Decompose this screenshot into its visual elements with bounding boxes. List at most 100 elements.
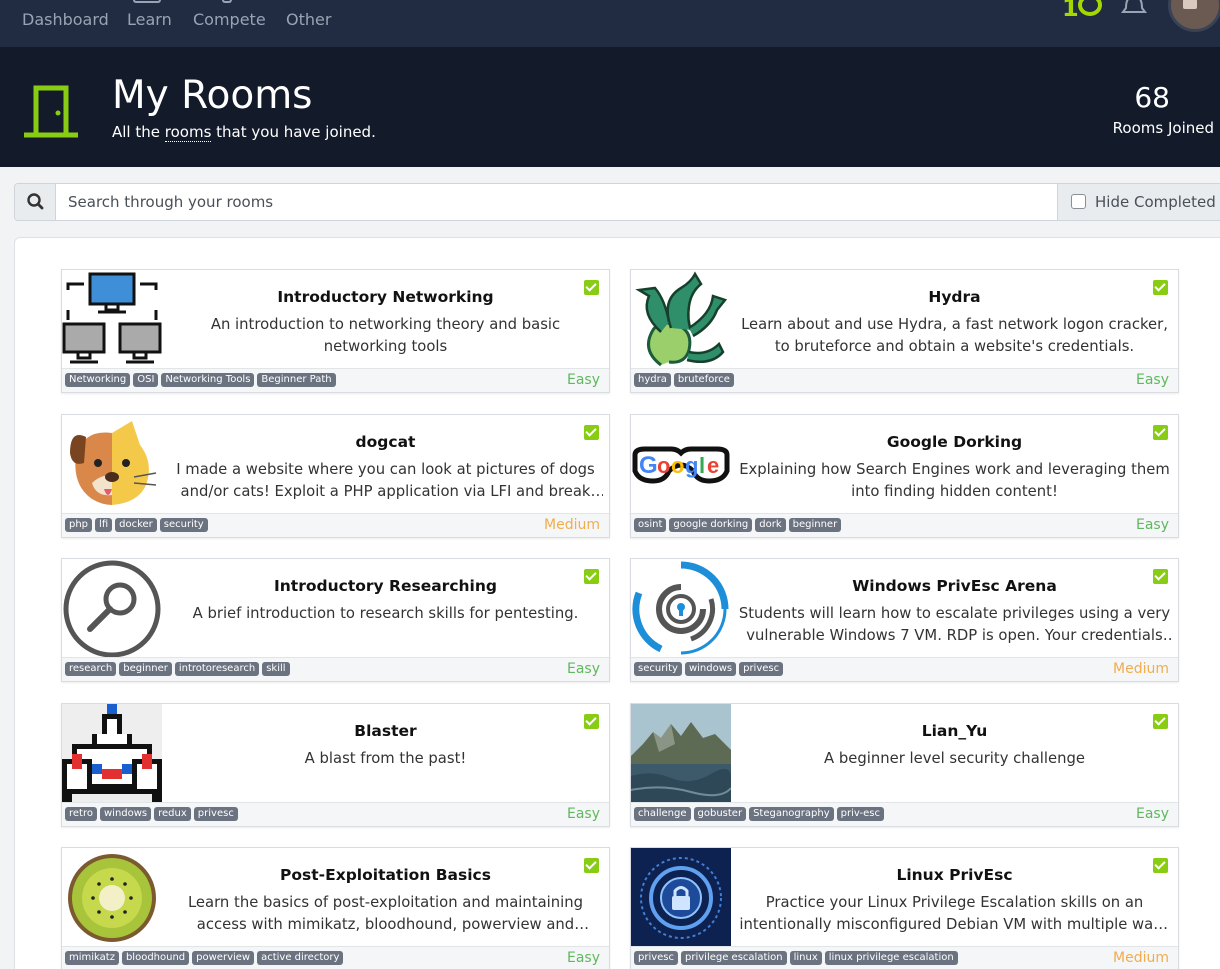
room-tag[interactable]: windows <box>684 662 737 676</box>
room-description: A blast from the past! <box>168 748 603 770</box>
island-photo-icon <box>631 704 731 804</box>
room-tag[interactable]: beginner <box>119 662 172 676</box>
room-tag[interactable]: gobuster <box>693 807 747 821</box>
room-tags: retro windows redux privesc <box>65 807 238 821</box>
room-title[interactable]: Windows PrivEsc Arena <box>731 577 1178 595</box>
nav-dashboard[interactable]: Dashboard <box>22 10 109 29</box>
svg-text:l: l <box>699 453 705 478</box>
room-description: A brief introduction to research skills … <box>168 603 603 625</box>
room-tag[interactable]: security <box>634 662 682 676</box>
room-tag[interactable]: dork <box>755 518 786 532</box>
room-tags: research beginner introtoresearch skill <box>65 662 290 676</box>
room-card[interactable]: Linux PrivEsc Practice your Linux Privile… <box>630 847 1179 969</box>
room-tags: security windows privesc <box>634 662 784 676</box>
computer-network-icon <box>62 270 162 370</box>
room-card[interactable]: G o o g l e Google Dorking Explaining how… <box>630 414 1179 538</box>
room-tag[interactable]: windows <box>99 807 152 821</box>
room-title[interactable]: Post-Exploitation Basics <box>162 866 609 884</box>
room-tag[interactable]: privesc <box>193 807 238 821</box>
room-tag[interactable]: Steganography <box>749 807 834 821</box>
page-subtitle: All the rooms that you have joined. <box>112 123 376 142</box>
svg-text:o: o <box>657 453 670 478</box>
room-description: I made a website where you can look at p… <box>168 459 603 503</box>
room-title[interactable]: Introductory Researching <box>162 577 609 595</box>
search-input[interactable] <box>56 184 1057 220</box>
streak-icon[interactable] <box>1078 0 1102 16</box>
room-tag[interactable]: retro <box>65 807 97 821</box>
completed-check-icon <box>1153 714 1168 729</box>
subtitle-text: All the <box>112 123 160 141</box>
room-tag[interactable]: php <box>65 518 93 532</box>
room-tag[interactable]: Networking Tools <box>161 373 255 387</box>
room-tag[interactable]: powerview <box>192 951 255 965</box>
room-description: An introduction to networking theory and… <box>168 314 603 358</box>
hide-completed-toggle[interactable]: Hide Completed <box>1057 184 1220 220</box>
search-bar: Hide Completed <box>14 183 1220 221</box>
room-tag[interactable]: security <box>159 518 208 532</box>
room-tag[interactable]: linux privilege escalation <box>824 951 958 965</box>
streak-count[interactable]: 1 <box>1062 0 1079 22</box>
user-avatar[interactable] <box>1168 0 1220 32</box>
room-card[interactable]: Blaster A blast from the past! retro window… <box>61 703 610 827</box>
room-tag[interactable]: Networking <box>65 373 131 387</box>
hide-completed-checkbox[interactable] <box>1071 194 1086 209</box>
nav-learn[interactable]: Learn <box>127 10 172 29</box>
room-tag[interactable]: osint <box>634 518 667 532</box>
room-title[interactable]: Hydra <box>731 288 1178 306</box>
room-title[interactable]: Lian_Yu <box>731 722 1178 740</box>
room-card[interactable]: dogcat I made a website where you can loo… <box>61 414 610 538</box>
nav-compete[interactable]: Compete <box>193 10 266 29</box>
room-tag[interactable]: challenge <box>634 807 691 821</box>
room-footer: research beginner introtoresearch skill Easy <box>62 657 609 681</box>
room-title[interactable]: Blaster <box>162 722 609 740</box>
kiwi-icon <box>62 848 162 948</box>
room-tag[interactable]: mimikatz <box>65 951 119 965</box>
room-title[interactable]: Introductory Networking <box>162 288 609 306</box>
rooms-link[interactable]: rooms <box>164 123 212 142</box>
rooms-joined-label: Rooms Joined <box>1112 119 1214 137</box>
room-footer: challenge gobuster Steganography priv-esc Ea… <box>631 802 1178 826</box>
room-tag[interactable]: privesc <box>634 951 679 965</box>
nav-other[interactable]: Other <box>286 10 331 29</box>
room-tag[interactable]: privesc <box>739 662 784 676</box>
room-card[interactable]: Lian_Yu A beginner level security challen… <box>630 703 1179 827</box>
completed-check-icon <box>584 858 599 873</box>
room-title[interactable]: Linux PrivEsc <box>731 866 1178 884</box>
room-card[interactable]: Introductory Researching A brief introduc… <box>61 558 610 682</box>
room-tag[interactable]: redux <box>154 807 191 821</box>
room-footer: security windows privesc Medium <box>631 657 1178 681</box>
room-card[interactable]: Hydra Learn about and use Hydra, a fast n… <box>630 269 1179 393</box>
room-tag[interactable]: skill <box>262 662 290 676</box>
room-footer: Networking OSI Networking Tools Beginner Pa… <box>62 368 609 392</box>
room-card[interactable]: Introductory Networking An introduction t… <box>61 269 610 393</box>
top-navbar: Dashboard Learn Compete Other 1 <box>0 0 1220 47</box>
room-tags: osint google dorking dork beginner <box>634 518 842 532</box>
room-tag[interactable]: Beginner Path <box>257 373 336 387</box>
room-title[interactable]: dogcat <box>162 433 609 451</box>
svg-text:G: G <box>639 452 658 479</box>
room-tags: php lfi docker security <box>65 518 208 532</box>
room-tag[interactable]: linux <box>789 951 822 965</box>
hide-completed-label: Hide Completed <box>1095 193 1216 211</box>
room-tag[interactable]: bloodhound <box>121 951 190 965</box>
room-tag[interactable]: lfi <box>95 518 113 532</box>
room-footer: php lfi docker security Medium <box>62 513 609 537</box>
room-tag[interactable]: hydra <box>634 373 671 387</box>
difficulty-label: Medium <box>1113 950 1169 966</box>
completed-check-icon <box>1153 280 1168 295</box>
room-tag[interactable]: active directory <box>257 951 344 965</box>
room-tag[interactable]: beginner <box>788 518 842 532</box>
room-tag[interactable]: OSI <box>133 373 159 387</box>
room-tag[interactable]: docker <box>115 518 157 532</box>
bell-icon[interactable] <box>1120 0 1148 18</box>
room-tag[interactable]: introtoresearch <box>174 662 260 676</box>
room-tag[interactable]: google dorking <box>669 518 753 532</box>
search-addon <box>15 184 56 220</box>
room-tag[interactable]: privilege escalation <box>681 951 787 965</box>
room-tag[interactable]: priv-esc <box>836 807 884 821</box>
room-card[interactable]: Post-Exploitation Basics Learn the basics… <box>61 847 610 969</box>
room-tag[interactable]: research <box>65 662 117 676</box>
room-card[interactable]: Windows PrivEsc Arena Students will learn… <box>630 558 1179 682</box>
room-tag[interactable]: bruteforce <box>673 373 734 387</box>
room-title[interactable]: Google Dorking <box>731 433 1178 451</box>
